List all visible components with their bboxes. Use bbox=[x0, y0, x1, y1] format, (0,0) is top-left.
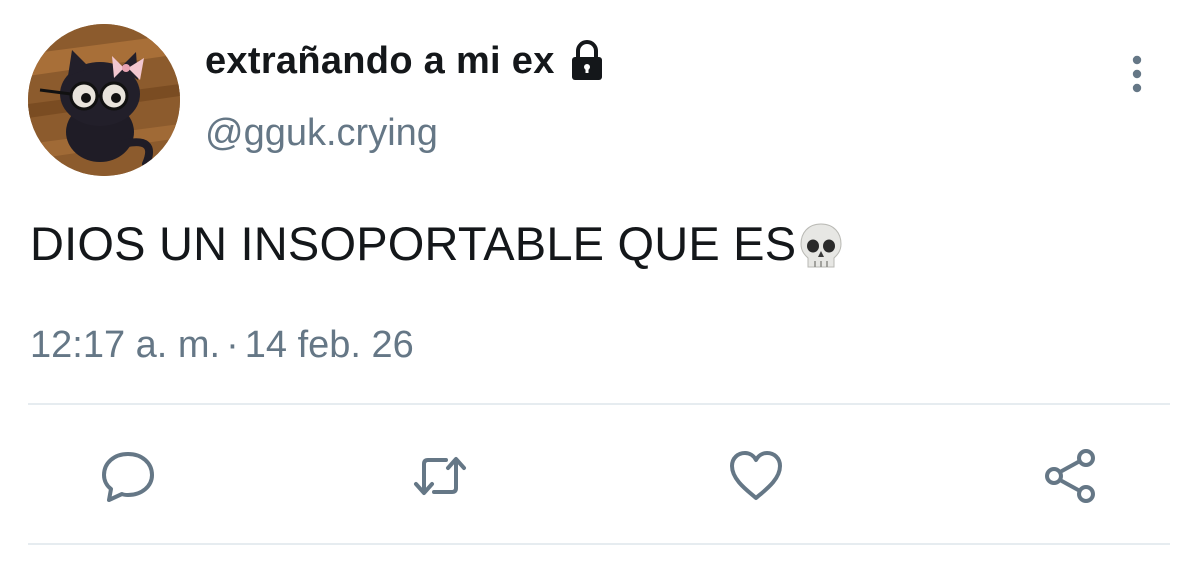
like-button[interactable] bbox=[726, 446, 786, 506]
tweet-body: DIOS UN INSOPORTABLE QUE ES bbox=[30, 217, 797, 270]
divider-top bbox=[28, 403, 1170, 405]
avatar[interactable] bbox=[28, 24, 180, 176]
share-button[interactable] bbox=[1040, 446, 1100, 506]
tweet-text: DIOS UN INSOPORTABLE QUE ES bbox=[30, 216, 844, 271]
display-name[interactable]: extrañando a mi ex bbox=[205, 40, 555, 83]
divider-bottom bbox=[28, 543, 1170, 545]
retweet-icon bbox=[414, 457, 466, 495]
share-icon bbox=[1045, 449, 1095, 503]
user-handle[interactable]: @gguk.crying bbox=[205, 112, 438, 155]
more-vertical-icon bbox=[1132, 55, 1142, 93]
more-options-button[interactable] bbox=[1122, 52, 1152, 100]
tweet-time: 12:17 a. m. bbox=[30, 324, 221, 366]
lock-icon bbox=[571, 39, 602, 80]
tweet-date: 14 feb. 26 bbox=[244, 324, 414, 366]
reply-button[interactable] bbox=[98, 446, 158, 506]
like-icon bbox=[730, 451, 782, 500]
reply-icon bbox=[102, 452, 154, 502]
avatar-image bbox=[28, 24, 180, 176]
user-name-row: extrañando a mi ex bbox=[205, 39, 609, 83]
skull-emoji bbox=[800, 222, 842, 267]
tweet-timestamp[interactable]: 12:17 a. m. · 14 feb. 26 bbox=[30, 324, 414, 367]
meta-separator: · bbox=[226, 324, 239, 366]
retweet-button[interactable] bbox=[410, 446, 470, 506]
